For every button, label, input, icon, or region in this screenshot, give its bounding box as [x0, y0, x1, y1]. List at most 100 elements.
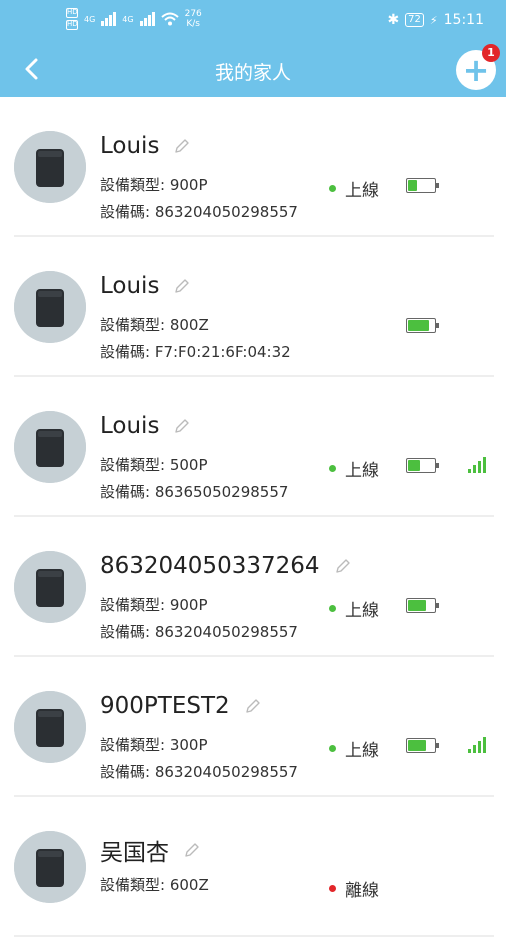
edit-pencil-icon[interactable] [173, 137, 191, 155]
device-avatar [14, 691, 86, 763]
charging-icon: ⚡ [429, 13, 438, 27]
net-speed-value: 276 [184, 9, 202, 19]
device-name-line: Louis [100, 133, 191, 159]
online-status: 離線 [329, 876, 379, 901]
cell-signal-icon-2 [139, 12, 155, 26]
device-name-line: 吴国杏 [100, 833, 201, 867]
status-dot-icon [329, 605, 336, 612]
online-status: 上線 [329, 736, 379, 761]
signal-bar [468, 749, 471, 753]
device-name-line: 863204050337264 [100, 553, 352, 579]
status-dot-icon [329, 185, 336, 192]
battery-fill [408, 740, 426, 751]
signal-bar [483, 737, 486, 753]
device-row-1[interactable]: Louis 設備類型: 900P 設備碼: 863204050298557 上線 [0, 97, 506, 237]
device-photo [14, 691, 86, 763]
status-text: 上線 [345, 741, 379, 761]
status-text: 離線 [345, 881, 379, 901]
online-status: 上線 [329, 596, 379, 621]
device-photo [14, 131, 86, 203]
sim1-label: 4G [84, 14, 96, 24]
signal-icon [468, 737, 486, 753]
net-speed-unit: K/s [186, 19, 200, 29]
signal-bar [478, 461, 481, 473]
online-status: 上線 [329, 456, 379, 481]
signal-bar [468, 469, 471, 473]
status-text: 上線 [345, 461, 379, 481]
device-row-2[interactable]: Louis 設備類型: 800Z 設備碼: F7:F0:21:6F:04:32 [0, 237, 506, 377]
device-avatar [14, 411, 86, 483]
status-dot-icon [329, 465, 336, 472]
battery-icon [406, 458, 439, 473]
net-speed: 276 K/s [185, 9, 202, 29]
signal-bar [473, 745, 476, 753]
device-avatar [14, 551, 86, 623]
device-type: 設備類型: 600Z [100, 876, 209, 894]
device-list: Louis 設備類型: 900P 設備碼: 863204050298557 上線… [0, 97, 506, 937]
device-type: 設備類型: 300P [100, 736, 208, 754]
device-name: 863204050337264 [100, 553, 320, 579]
device-name: Louis [100, 413, 160, 439]
battery-percent: 72 [405, 13, 424, 27]
device-avatar [14, 131, 86, 203]
device-row-3[interactable]: Louis 設備類型: 500P 設備碼: 86365050298557 上線 [0, 377, 506, 517]
device-avatar [14, 831, 86, 903]
sim2-label: 4G [122, 14, 134, 24]
device-type: 設備類型: 800Z [100, 316, 209, 334]
edit-pencil-icon[interactable] [173, 417, 191, 435]
device-code: 設備碼: 863204050298557 [100, 623, 298, 641]
status-dot-icon [329, 745, 336, 752]
device-photo [14, 831, 86, 903]
device-photo [14, 411, 86, 483]
edit-pencil-icon[interactable] [173, 277, 191, 295]
edit-pencil-icon[interactable] [334, 557, 352, 575]
device-name: 900PTEST2 [100, 693, 230, 719]
edit-pencil-icon[interactable] [244, 697, 262, 715]
signal-icon [468, 457, 486, 473]
online-status: 上線 [329, 176, 379, 201]
device-photo [14, 271, 86, 343]
device-type: 設備類型: 900P [100, 176, 208, 194]
notification-badge: 1 [482, 44, 500, 62]
device-photo [14, 551, 86, 623]
page-title: 我的家人 [214, 62, 291, 84]
status-dot-icon [329, 885, 336, 892]
device-name-line: 900PTEST2 [100, 693, 262, 719]
battery-icon [406, 738, 439, 753]
device-type: 設備類型: 500P [100, 456, 208, 474]
device-name: 吴国杏 [100, 840, 169, 866]
device-type: 設備類型: 900P [100, 596, 208, 614]
device-row-5[interactable]: 900PTEST2 設備類型: 300P 設備碼: 86320405029855… [0, 657, 506, 797]
device-code: 設備碼: F7:F0:21:6F:04:32 [100, 343, 291, 361]
sim-icon: HD HD [66, 8, 78, 30]
wifi-icon [160, 12, 179, 26]
app-header: 我的家人 + 1 [0, 41, 506, 97]
device-avatar [14, 271, 86, 343]
battery-fill [408, 600, 426, 611]
battery-icon [406, 178, 439, 193]
status-right: ✱ 72 ⚡ 15:11 [387, 12, 484, 28]
add-device-button[interactable]: + 1 [456, 44, 500, 90]
device-name: Louis [100, 133, 160, 159]
cell-signal-icon [101, 12, 117, 26]
signal-bar [473, 465, 476, 473]
status-bar: HD HD 4G 4G 276 K/s ✱ 72 ⚡ 15:11 [0, 0, 506, 41]
device-code: 設備碼: 863204050298557 [100, 763, 298, 781]
status-text: 上線 [345, 181, 379, 201]
device-code: 設備碼: 86365050298557 [100, 483, 289, 501]
clock: 15:11 [443, 12, 484, 28]
device-row-4[interactable]: 863204050337264 設備類型: 900P 設備碼: 86320405… [0, 517, 506, 657]
status-text: 上線 [345, 601, 379, 621]
signal-bar [483, 457, 486, 473]
edit-pencil-icon[interactable] [183, 841, 201, 859]
status-left: HD HD 4G 4G 276 K/s [66, 8, 202, 30]
device-name-line: Louis [100, 273, 191, 299]
battery-fill [408, 320, 429, 331]
battery-icon [406, 598, 439, 613]
bluetooth-icon: ✱ [387, 12, 400, 28]
signal-bar [478, 741, 481, 753]
device-row-6[interactable]: 吴国杏 設備類型: 600Z 離線 [0, 797, 506, 937]
battery-fill [408, 460, 420, 471]
device-code: 設備碼: 863204050298557 [100, 203, 298, 221]
device-name: Louis [100, 273, 160, 299]
